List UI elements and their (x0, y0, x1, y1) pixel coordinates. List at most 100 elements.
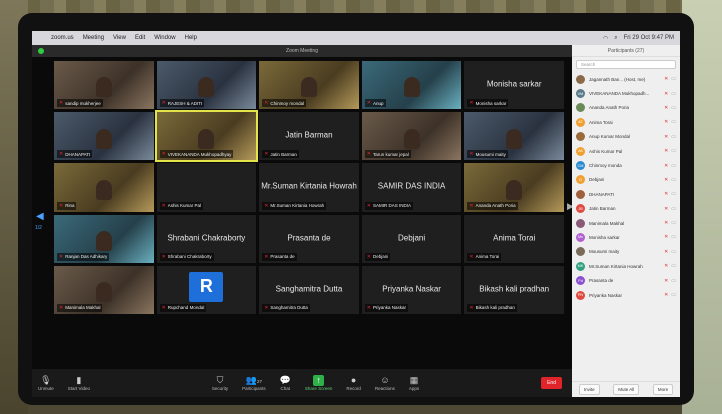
participant-list-item[interactable]: AT Anima Torai ✕ ▭ (572, 115, 680, 129)
video-tile[interactable]: Anima Torai ✕ Anima Torai (464, 214, 564, 263)
video-tile[interactable]: ✕ Ranjan Das Adhikary (54, 214, 154, 263)
participant-list-item[interactable]: Manimala Makhal ✕ ▭ (572, 216, 680, 230)
menubar-app[interactable]: zoom.us (51, 35, 74, 41)
video-tile[interactable]: Sanghamitra Dutta ✕ Sanghamitra Dutta (259, 265, 359, 314)
end-meeting-button[interactable]: End (541, 377, 562, 389)
microphone-muted-icon: ✕ (264, 100, 269, 107)
menubar-clock[interactable]: Fri 29 Oct 9:47 PM (624, 35, 674, 42)
video-tile[interactable]: Prasanta de ✕ Prasanta de (259, 214, 359, 263)
microphone-muted-icon: ✕ (664, 220, 669, 227)
video-tile[interactable]: R ✕ Rupchand Mondal (156, 265, 257, 314)
participant-name: Chinmoy monda (589, 163, 622, 169)
menubar-item-view[interactable]: View (113, 35, 126, 41)
video-tile[interactable]: ✕ DHANAPATI (54, 112, 154, 161)
participants-button[interactable]: 👥27 Participants (242, 375, 266, 391)
participant-list-item[interactable]: DHANAPATI ✕ ▭ (572, 187, 680, 201)
avatar: AK (576, 146, 585, 156)
tile-name-label: ✕ Ananda Anath Poria (467, 201, 518, 210)
tile-display-name: SAMIR DAS INDIA (377, 182, 446, 192)
video-tile[interactable]: ✕ Mousumi maity (464, 112, 564, 161)
participant-status-icons: ✕ ▭ (664, 105, 676, 111)
menubar-item-window[interactable]: Window (154, 35, 175, 41)
participant-list-item[interactable]: AK Ashis Kumar Pal ✕ ▭ (572, 144, 680, 158)
video-tile[interactable]: ✕ Ashis Kumar Pal (156, 163, 257, 212)
participant-list-item[interactable]: MK Mr.Suman Kirtania Howrah ✕ ▭ (572, 259, 680, 273)
reactions-icon: ☺ (380, 375, 390, 385)
participant-list-item[interactable]: Jagannath Ban... (Host, me) ✕ ▭ (572, 72, 680, 86)
security-shield-icon[interactable] (38, 48, 44, 54)
participant-status-icons: ✕ ▭ (664, 249, 676, 255)
participant-list-item[interactable]: Ananda Anath Poria ✕ ▭ (572, 101, 680, 115)
video-tile[interactable]: Priyanka Naskar ✕ Priyanka Naskar (361, 265, 462, 314)
participant-list: Jagannath Ban... (Host, me) ✕ ▭ VM VIVEKANAN… (572, 72, 680, 302)
video-tile[interactable]: ✕ RAJESH & ADITI (156, 61, 257, 110)
microphone-muted-icon: ✕ (59, 100, 64, 107)
video-tile[interactable]: ✕ sandip mukherjee (54, 61, 154, 110)
chat-button[interactable]: 💬 Chat (280, 375, 291, 391)
tile-name-label: ✕ Manimala Makhal (57, 303, 103, 312)
participant-list-item[interactable]: D Debjani ✕ ▭ (572, 173, 680, 187)
microphone-muted-icon: ✕ (469, 202, 474, 209)
video-tile[interactable]: ✕ Chinmoy mondal (259, 61, 359, 110)
share-screen-button[interactable]: ↑ Share Screen (305, 375, 332, 391)
previous-page-icon[interactable]: ◀ (36, 211, 44, 222)
video-tile[interactable]: Debjani ✕ Debjani (361, 214, 462, 263)
video-tile[interactable]: Jatin Barman ✕ Jatin Barman (259, 112, 359, 161)
participant-name: Manimala Makhal (589, 220, 625, 226)
participant-list-item[interactable]: VM VIVEKANANDA Mukhopadh... ✕ ▭ (572, 86, 680, 100)
participant-list-item[interactable]: Anup Kumar Mondal ✕ ▭ (572, 130, 680, 144)
video-tile[interactable]: Bikash kali pradhan ✕ Bikash kali pradhan (464, 265, 564, 314)
tile-name-label: ✕ Ranjan Das Adhikary (57, 252, 110, 261)
participant-list-item[interactable]: Mousumi maity ✕ ▭ (572, 245, 680, 259)
participant-video-feed (95, 179, 112, 200)
video-tile[interactable]: SAMIR DAS INDIA ✕ SAMIR DAS INDIA (361, 163, 462, 212)
participant-video-feed (403, 77, 420, 98)
avatar: Pd (576, 276, 585, 286)
participant-list-item[interactable]: Pd Prasanta de ✕ ▭ (572, 273, 680, 287)
video-tile[interactable]: Shrabani Chakraborty ✕ Shrabani Chakrabort… (156, 214, 257, 263)
mute-all-button[interactable]: Mute All (613, 384, 640, 395)
participant-list-item[interactable]: Ms Monisha sarkar ✕ ▭ (572, 230, 680, 244)
microphone-muted-icon: ✕ (264, 202, 269, 209)
video-tile[interactable]: ✕ Tarun kumar jepal (361, 112, 462, 161)
participant-name: DHANAPATI (589, 191, 615, 197)
participant-status-icons: ✕ ▭ (664, 263, 676, 269)
security-button[interactable]: ⛉ Security (212, 375, 228, 391)
tile-name-label: ✕ Rupchand Mondal (159, 303, 207, 312)
apps-button[interactable]: ▦ Apps (409, 375, 419, 391)
video-tile[interactable]: Monisha sarkar ✕ Monisha sarkar (464, 61, 564, 110)
participant-list-item[interactable]: JB Jatin Barman ✕ ▭ (572, 202, 680, 216)
unmute-button[interactable]: 🎙 Unmute (38, 375, 54, 391)
participant-name: Prasanta de (589, 278, 614, 284)
tile-display-name: Debjani (398, 233, 426, 243)
participant-status-icons: ✕ ▭ (664, 234, 676, 240)
invite-button[interactable]: Invite (578, 384, 600, 395)
video-tile[interactable]: ✕ Ananda Anath Poria (464, 163, 564, 212)
menubar-item-help[interactable]: Help (185, 35, 197, 41)
video-off-icon: ▭ (671, 277, 676, 284)
more-button[interactable]: More (652, 384, 674, 395)
search-icon[interactable]: ⌕ (614, 35, 617, 42)
tile-name-label: ✕ Bikash kali pradhan (467, 303, 517, 312)
video-tile[interactable]: ✕ VIVEKANANDA Mukhopadhyay (154, 110, 259, 163)
avatar (576, 74, 585, 84)
participant-list-item[interactable]: PN Priyanka Naskar ✕ ▭ (572, 288, 680, 302)
record-button[interactable]: ● Record (346, 375, 361, 391)
tile-display-name: Sanghamitra Dutta (275, 284, 343, 294)
video-tile[interactable]: ✕ Manimala Makhal (54, 265, 154, 314)
video-tile[interactable]: ✕ Rina (54, 163, 154, 212)
start-video-button[interactable]: ▮ Start Video (68, 375, 90, 391)
tile-name-label: ✕ Tarun kumar jepal (364, 150, 411, 159)
tile-name-label: ✕ Mr.Suman Kirtania Howrah (262, 201, 327, 210)
participant-list-item[interactable]: CM Chinmoy monda ✕ ▭ (572, 158, 680, 172)
participant-search-input[interactable]: Search (576, 60, 676, 69)
avatar: D (576, 175, 585, 185)
wifi-icon[interactable]: ◠ (603, 35, 608, 42)
tile-name-label: ✕ Monisha sarkar (467, 99, 509, 108)
menubar-item-meeting[interactable]: Meeting (83, 35, 104, 41)
video-tile[interactable]: Mr.Suman Kirtania Howrah ✕ Mr.Suman Kirtan… (259, 163, 359, 212)
video-tile[interactable]: ✕ Anup (361, 61, 462, 110)
reactions-button[interactable]: ☺ Reactions (375, 375, 395, 391)
menubar-item-edit[interactable]: Edit (135, 35, 145, 41)
participant-status-icons: ✕ ▭ (664, 292, 676, 298)
